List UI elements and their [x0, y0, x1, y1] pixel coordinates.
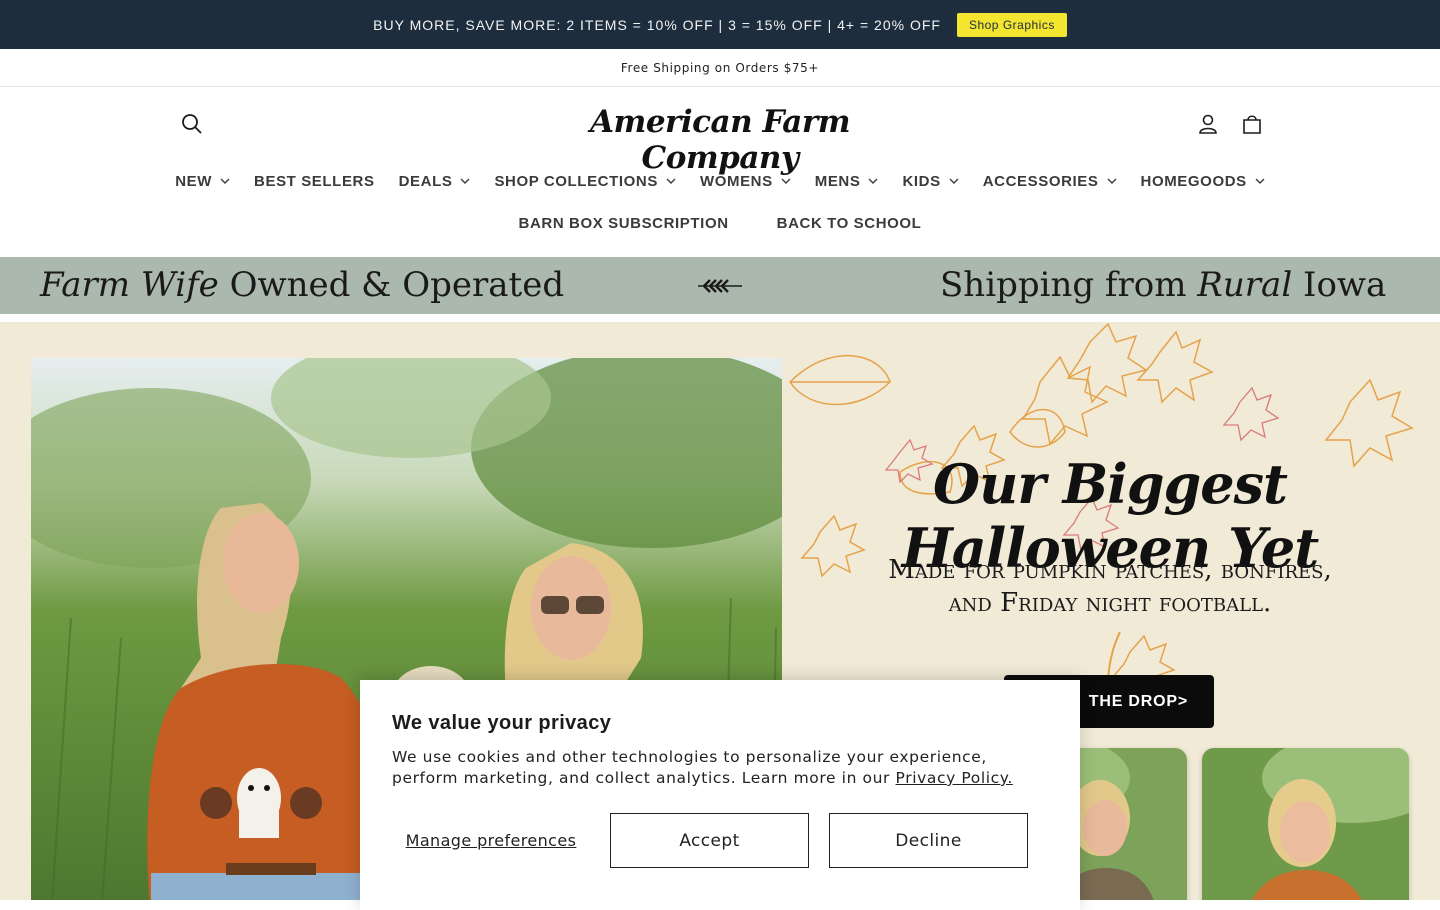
nav-label: SHOP COLLECTIONS	[494, 172, 658, 190]
tagline-owned-italic: Farm Wife	[40, 265, 219, 305]
shipping-announcement: Free Shipping on Orders $75+	[0, 49, 1440, 87]
nav-label: BACK TO SCHOOL	[776, 214, 922, 232]
chevron-down-icon	[1255, 176, 1265, 186]
chevron-down-icon	[1107, 176, 1117, 186]
tagline-shipping: Shipping from Rural Iowa	[940, 265, 1386, 305]
nav-back-to-school[interactable]: BACK TO SCHOOL	[765, 215, 934, 232]
chevron-down-icon	[460, 176, 470, 186]
site-header: American Farm Company NEW BEST SELLERS D…	[0, 88, 1440, 256]
nav-deals[interactable]: DEALS	[387, 173, 483, 190]
decline-button[interactable]: Decline	[829, 813, 1028, 868]
promo-bar: BUY MORE, SAVE MORE: 2 ITEMS = 10% OFF |…	[0, 0, 1440, 49]
nav-mens[interactable]: MENS	[803, 173, 891, 190]
nav-label: NEW	[175, 172, 213, 190]
nav-barn-box-subscription[interactable]: BARN BOX SUBSCRIPTION	[507, 215, 741, 232]
wheat-icon	[698, 279, 742, 293]
chevron-down-icon	[220, 176, 230, 186]
chevron-down-icon	[781, 176, 791, 186]
privacy-body: We use cookies and other technologies to…	[392, 747, 1042, 789]
privacy-dialog: We value your privacy We use cookies and…	[360, 680, 1080, 910]
tagline-shipping-italic: Rural	[1197, 265, 1293, 305]
privacy-policy-link[interactable]: Privacy Policy.	[896, 769, 1013, 787]
site-logo[interactable]: American Farm Company	[570, 104, 870, 176]
tagline-shipping-start: Shipping from	[940, 265, 1187, 305]
nav-homegoods[interactable]: HOMEGOODS	[1129, 173, 1277, 190]
chevron-down-icon	[666, 176, 676, 186]
tagline-strip: Farm Wife Owned & Operated Shipping from…	[0, 257, 1440, 314]
nav-label: DEALS	[398, 172, 453, 190]
hero-subtitle-line-2: and Friday night football.	[948, 588, 1272, 618]
nav-new[interactable]: NEW	[163, 173, 242, 190]
hero-subtitle-line-1: Made for pumpkin patches, bonfires,	[888, 555, 1332, 585]
privacy-title: We value your privacy	[392, 712, 612, 734]
accept-button[interactable]: Accept	[610, 813, 809, 868]
nav-label: HOMEGOODS	[1140, 172, 1247, 190]
nav-label: MENS	[814, 172, 861, 190]
nav-best-sellers[interactable]: BEST SELLERS	[242, 173, 387, 190]
nav-accessories[interactable]: ACCESSORIES	[971, 173, 1129, 190]
promo-text: BUY MORE, SAVE MORE: 2 ITEMS = 10% OFF |…	[373, 16, 941, 33]
chevron-down-icon	[868, 176, 878, 186]
tagline-shipping-end: Iowa	[1303, 265, 1387, 305]
nav-kids[interactable]: KIDS	[890, 173, 970, 190]
product-thumbnail[interactable]	[1202, 748, 1409, 900]
nav-label: ACCESSORIES	[982, 172, 1099, 190]
nav-label: BARN BOX SUBSCRIPTION	[518, 214, 729, 232]
main-nav-row-2: BARN BOX SUBSCRIPTION BACK TO SCHOOL	[0, 210, 1440, 236]
nav-label: BEST SELLERS	[254, 172, 375, 190]
hero-subtitle: Made for pumpkin patches, bonfires, and …	[860, 554, 1360, 620]
nav-label: KIDS	[902, 172, 941, 190]
tagline-owned-rest: Owned & Operated	[229, 265, 565, 305]
nav-womens[interactable]: WOMENS	[688, 173, 803, 190]
manage-preferences-button[interactable]: Manage preferences	[392, 813, 590, 867]
account-icon[interactable]	[1192, 108, 1224, 140]
tagline-owned: Farm Wife Owned & Operated	[40, 265, 564, 305]
cart-icon[interactable]	[1236, 108, 1268, 140]
nav-shop-collections[interactable]: SHOP COLLECTIONS	[482, 173, 688, 190]
search-icon[interactable]	[176, 108, 208, 140]
shop-graphics-button[interactable]: Shop Graphics	[956, 12, 1067, 37]
chevron-down-icon	[949, 176, 959, 186]
main-nav-row-1: NEW BEST SELLERS DEALS SHOP COLLECTIONS …	[0, 168, 1440, 194]
nav-label: WOMENS	[699, 172, 773, 190]
